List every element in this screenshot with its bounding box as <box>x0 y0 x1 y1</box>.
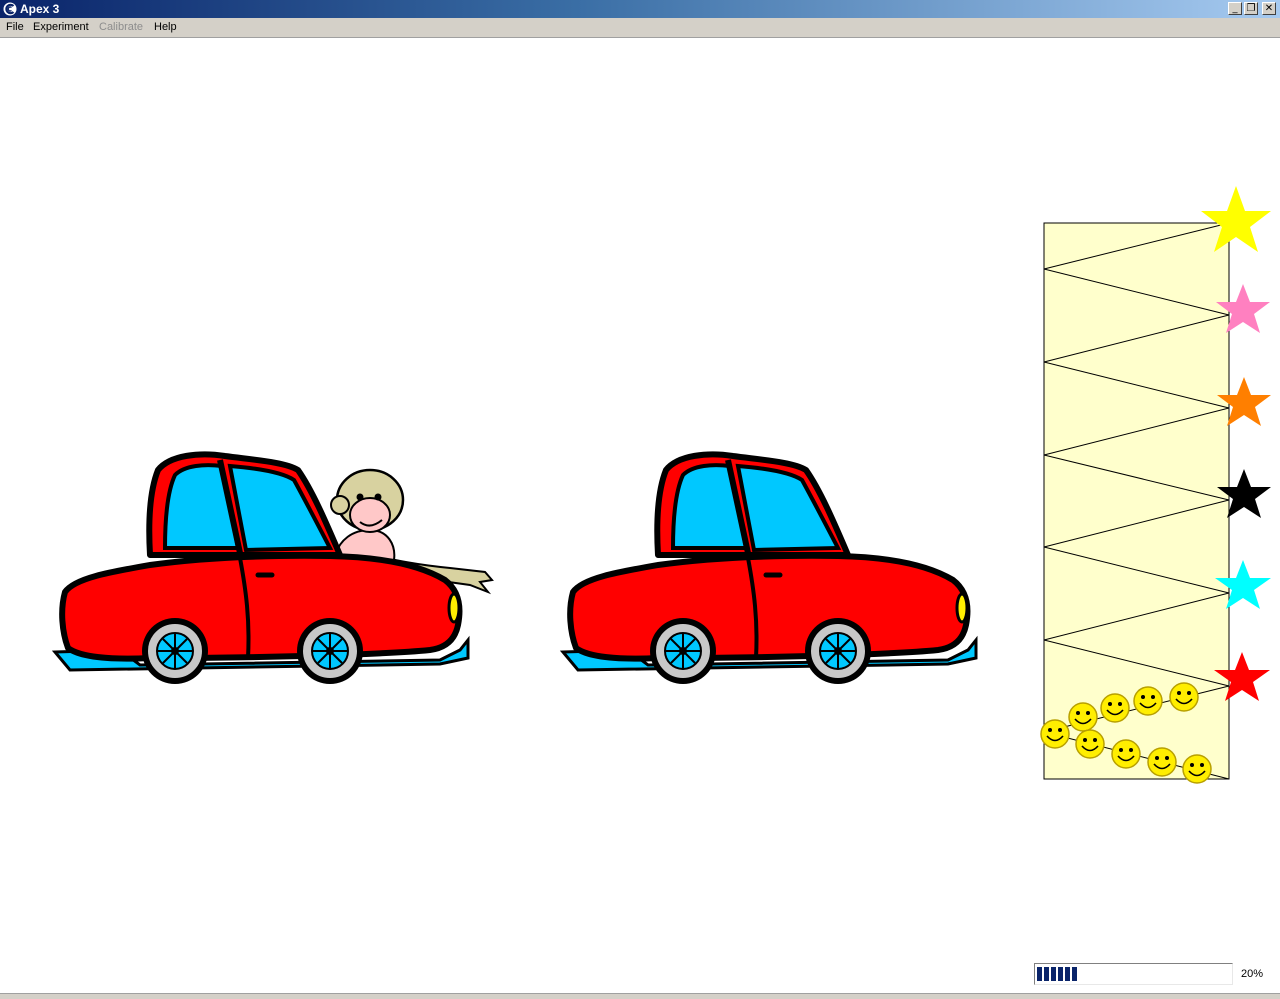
maximize-button[interactable]: ❐ <box>1244 2 1258 15</box>
smiley-icon <box>1133 686 1163 716</box>
menu-experiment[interactable]: Experiment <box>33 21 89 34</box>
right-car[interactable] <box>563 454 976 684</box>
progress-block <box>1072 967 1077 981</box>
smiley-icon <box>1182 754 1212 784</box>
reward-column <box>1040 186 1271 784</box>
menu-file[interactable]: File <box>6 21 24 34</box>
progress-block <box>1051 967 1056 981</box>
close-button[interactable]: ✕ <box>1262 2 1276 15</box>
status-bar <box>0 993 1280 999</box>
smiley-icon <box>1147 747 1177 777</box>
progress-block <box>1058 967 1063 981</box>
menu-help[interactable]: Help <box>154 21 177 34</box>
smiley-icon <box>1100 693 1130 723</box>
window-title: Apex 3 <box>20 2 60 16</box>
progress-bar <box>1034 963 1233 985</box>
menu-calibrate: Calibrate <box>99 21 144 33</box>
smiley-icon <box>1111 739 1141 769</box>
smiley-icon <box>1068 702 1098 732</box>
experiment-canvas <box>0 186 1271 784</box>
menu-bar: File Experiment Calibrate Help <box>0 18 1280 38</box>
progress-block <box>1065 967 1070 981</box>
progress-block <box>1037 967 1042 981</box>
title-bar: Apex 3 _ ❐ ✕ <box>0 0 1280 18</box>
smiley-icon <box>1040 719 1070 749</box>
minimize-button[interactable]: _ <box>1228 2 1242 15</box>
apex-app-icon <box>3 2 17 16</box>
progress-block <box>1044 967 1049 981</box>
left-car[interactable] <box>55 454 494 684</box>
smiley-icon <box>1075 729 1105 759</box>
smiley-icon <box>1169 682 1199 712</box>
progress-percent-label: 20% <box>1241 968 1264 980</box>
